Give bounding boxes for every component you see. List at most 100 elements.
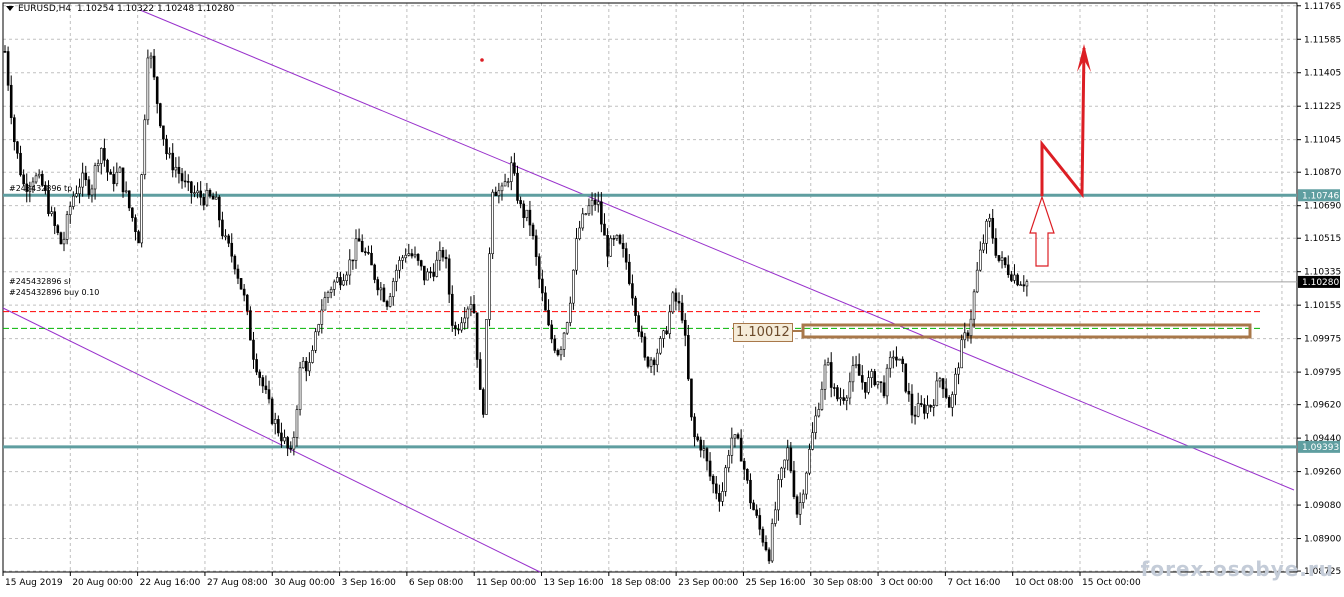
candle-body bbox=[553, 338, 557, 351]
tp-order-label: #245432896 tp bbox=[9, 184, 73, 193]
candle-body bbox=[988, 217, 991, 222]
candle-body bbox=[255, 359, 258, 373]
candle-body bbox=[674, 292, 678, 302]
candle-body bbox=[687, 335, 690, 380]
price-tag-label: 1.10746 bbox=[1302, 191, 1339, 201]
price-axis-label: 1.09260 bbox=[1304, 468, 1341, 478]
candle-body bbox=[991, 217, 995, 239]
candle-body bbox=[99, 148, 103, 164]
candle-body bbox=[708, 460, 712, 477]
candle-body bbox=[311, 350, 314, 363]
candlestick bbox=[770, 518, 774, 563]
candle-body bbox=[509, 162, 513, 182]
chart-canvas[interactable]: 1.11765 1.11585 1.11405 1.11225 1.11045 1.108… bbox=[0, 0, 1344, 593]
candle-body bbox=[829, 362, 833, 388]
dropdown-triangle-icon[interactable] bbox=[6, 6, 14, 11]
candle-body bbox=[634, 297, 637, 316]
candle-body bbox=[603, 223, 606, 236]
candle-body bbox=[649, 359, 653, 367]
candle-body bbox=[227, 235, 230, 244]
time-axis-label: 11 Sep 00:00 bbox=[476, 578, 536, 588]
candlestick bbox=[249, 306, 252, 341]
level-price-label[interactable]: 1.10012 bbox=[733, 323, 793, 342]
candle-body bbox=[81, 172, 84, 188]
candle-body bbox=[419, 260, 423, 267]
candle-body bbox=[364, 251, 367, 253]
candlestick bbox=[904, 363, 908, 394]
candle-body bbox=[245, 294, 249, 311]
candle-body bbox=[478, 359, 482, 390]
candle-body bbox=[873, 371, 876, 386]
candle-body bbox=[202, 196, 206, 206]
candle-body bbox=[140, 174, 143, 244]
candle-body bbox=[615, 235, 619, 239]
candle-body bbox=[947, 397, 951, 408]
candle-body bbox=[537, 256, 541, 280]
candle-body bbox=[485, 319, 488, 415]
candle-body bbox=[221, 219, 224, 237]
candle-body bbox=[820, 388, 824, 410]
candle-body bbox=[367, 252, 370, 254]
candlestick bbox=[724, 464, 727, 497]
candle-body bbox=[56, 225, 60, 233]
candle-body bbox=[196, 190, 199, 194]
candle-body bbox=[413, 253, 417, 257]
candle-body bbox=[506, 181, 510, 183]
candle-body bbox=[544, 292, 547, 311]
candle-body bbox=[631, 283, 634, 299]
candle-body bbox=[780, 467, 783, 480]
candle-body bbox=[416, 253, 420, 261]
candlestick bbox=[488, 247, 491, 327]
candlestick bbox=[140, 173, 143, 248]
candle-body bbox=[34, 175, 38, 183]
price-axis-label: 1.09620 bbox=[1304, 401, 1341, 411]
candle-body bbox=[845, 397, 849, 401]
candle-body bbox=[134, 217, 137, 232]
time-axis-label: 3 Oct 00:00 bbox=[880, 578, 933, 588]
candle-body bbox=[587, 205, 591, 215]
candle-body bbox=[997, 255, 1001, 261]
candle-body bbox=[842, 397, 845, 401]
candle-body bbox=[261, 377, 265, 387]
candle-body bbox=[752, 502, 755, 511]
candle-body bbox=[258, 371, 261, 378]
candlestick bbox=[65, 210, 69, 245]
candle-body bbox=[186, 181, 190, 183]
candle-body bbox=[733, 434, 737, 439]
candle-body bbox=[789, 447, 793, 472]
candle-body bbox=[1003, 257, 1007, 266]
candle-body bbox=[174, 166, 178, 171]
candle-body bbox=[475, 312, 479, 360]
candle-body bbox=[68, 206, 72, 215]
candle-body bbox=[224, 235, 227, 238]
candle-body bbox=[301, 360, 305, 369]
candle-body bbox=[885, 367, 889, 397]
candle-body bbox=[447, 258, 451, 295]
candlestick bbox=[609, 235, 612, 257]
candle-body bbox=[677, 300, 681, 304]
candle-body bbox=[1019, 284, 1022, 286]
candle-body bbox=[168, 152, 171, 155]
candle-body bbox=[354, 238, 358, 261]
chart-window[interactable]: 1.11765 1.11585 1.11405 1.11225 1.11045 1.108… bbox=[0, 0, 1344, 593]
candle-body bbox=[131, 207, 134, 218]
candle-body bbox=[457, 328, 460, 331]
candlestick bbox=[127, 190, 131, 212]
candle-body bbox=[345, 274, 348, 281]
candle-body bbox=[525, 209, 529, 218]
candle-body bbox=[103, 148, 106, 161]
candle-body bbox=[767, 549, 771, 562]
candle-body bbox=[472, 304, 476, 314]
candle-body bbox=[503, 181, 507, 187]
candle-body bbox=[851, 365, 855, 383]
candle-body bbox=[236, 268, 240, 279]
candle-body bbox=[746, 469, 749, 481]
candle-body bbox=[491, 191, 494, 255]
candle-body bbox=[9, 84, 13, 118]
candle-body bbox=[398, 260, 401, 271]
price-axis-label: 1.11225 bbox=[1304, 102, 1341, 112]
candle-body bbox=[805, 472, 808, 495]
candle-body bbox=[764, 541, 768, 551]
candle-body bbox=[497, 190, 501, 196]
candle-body bbox=[351, 259, 355, 262]
